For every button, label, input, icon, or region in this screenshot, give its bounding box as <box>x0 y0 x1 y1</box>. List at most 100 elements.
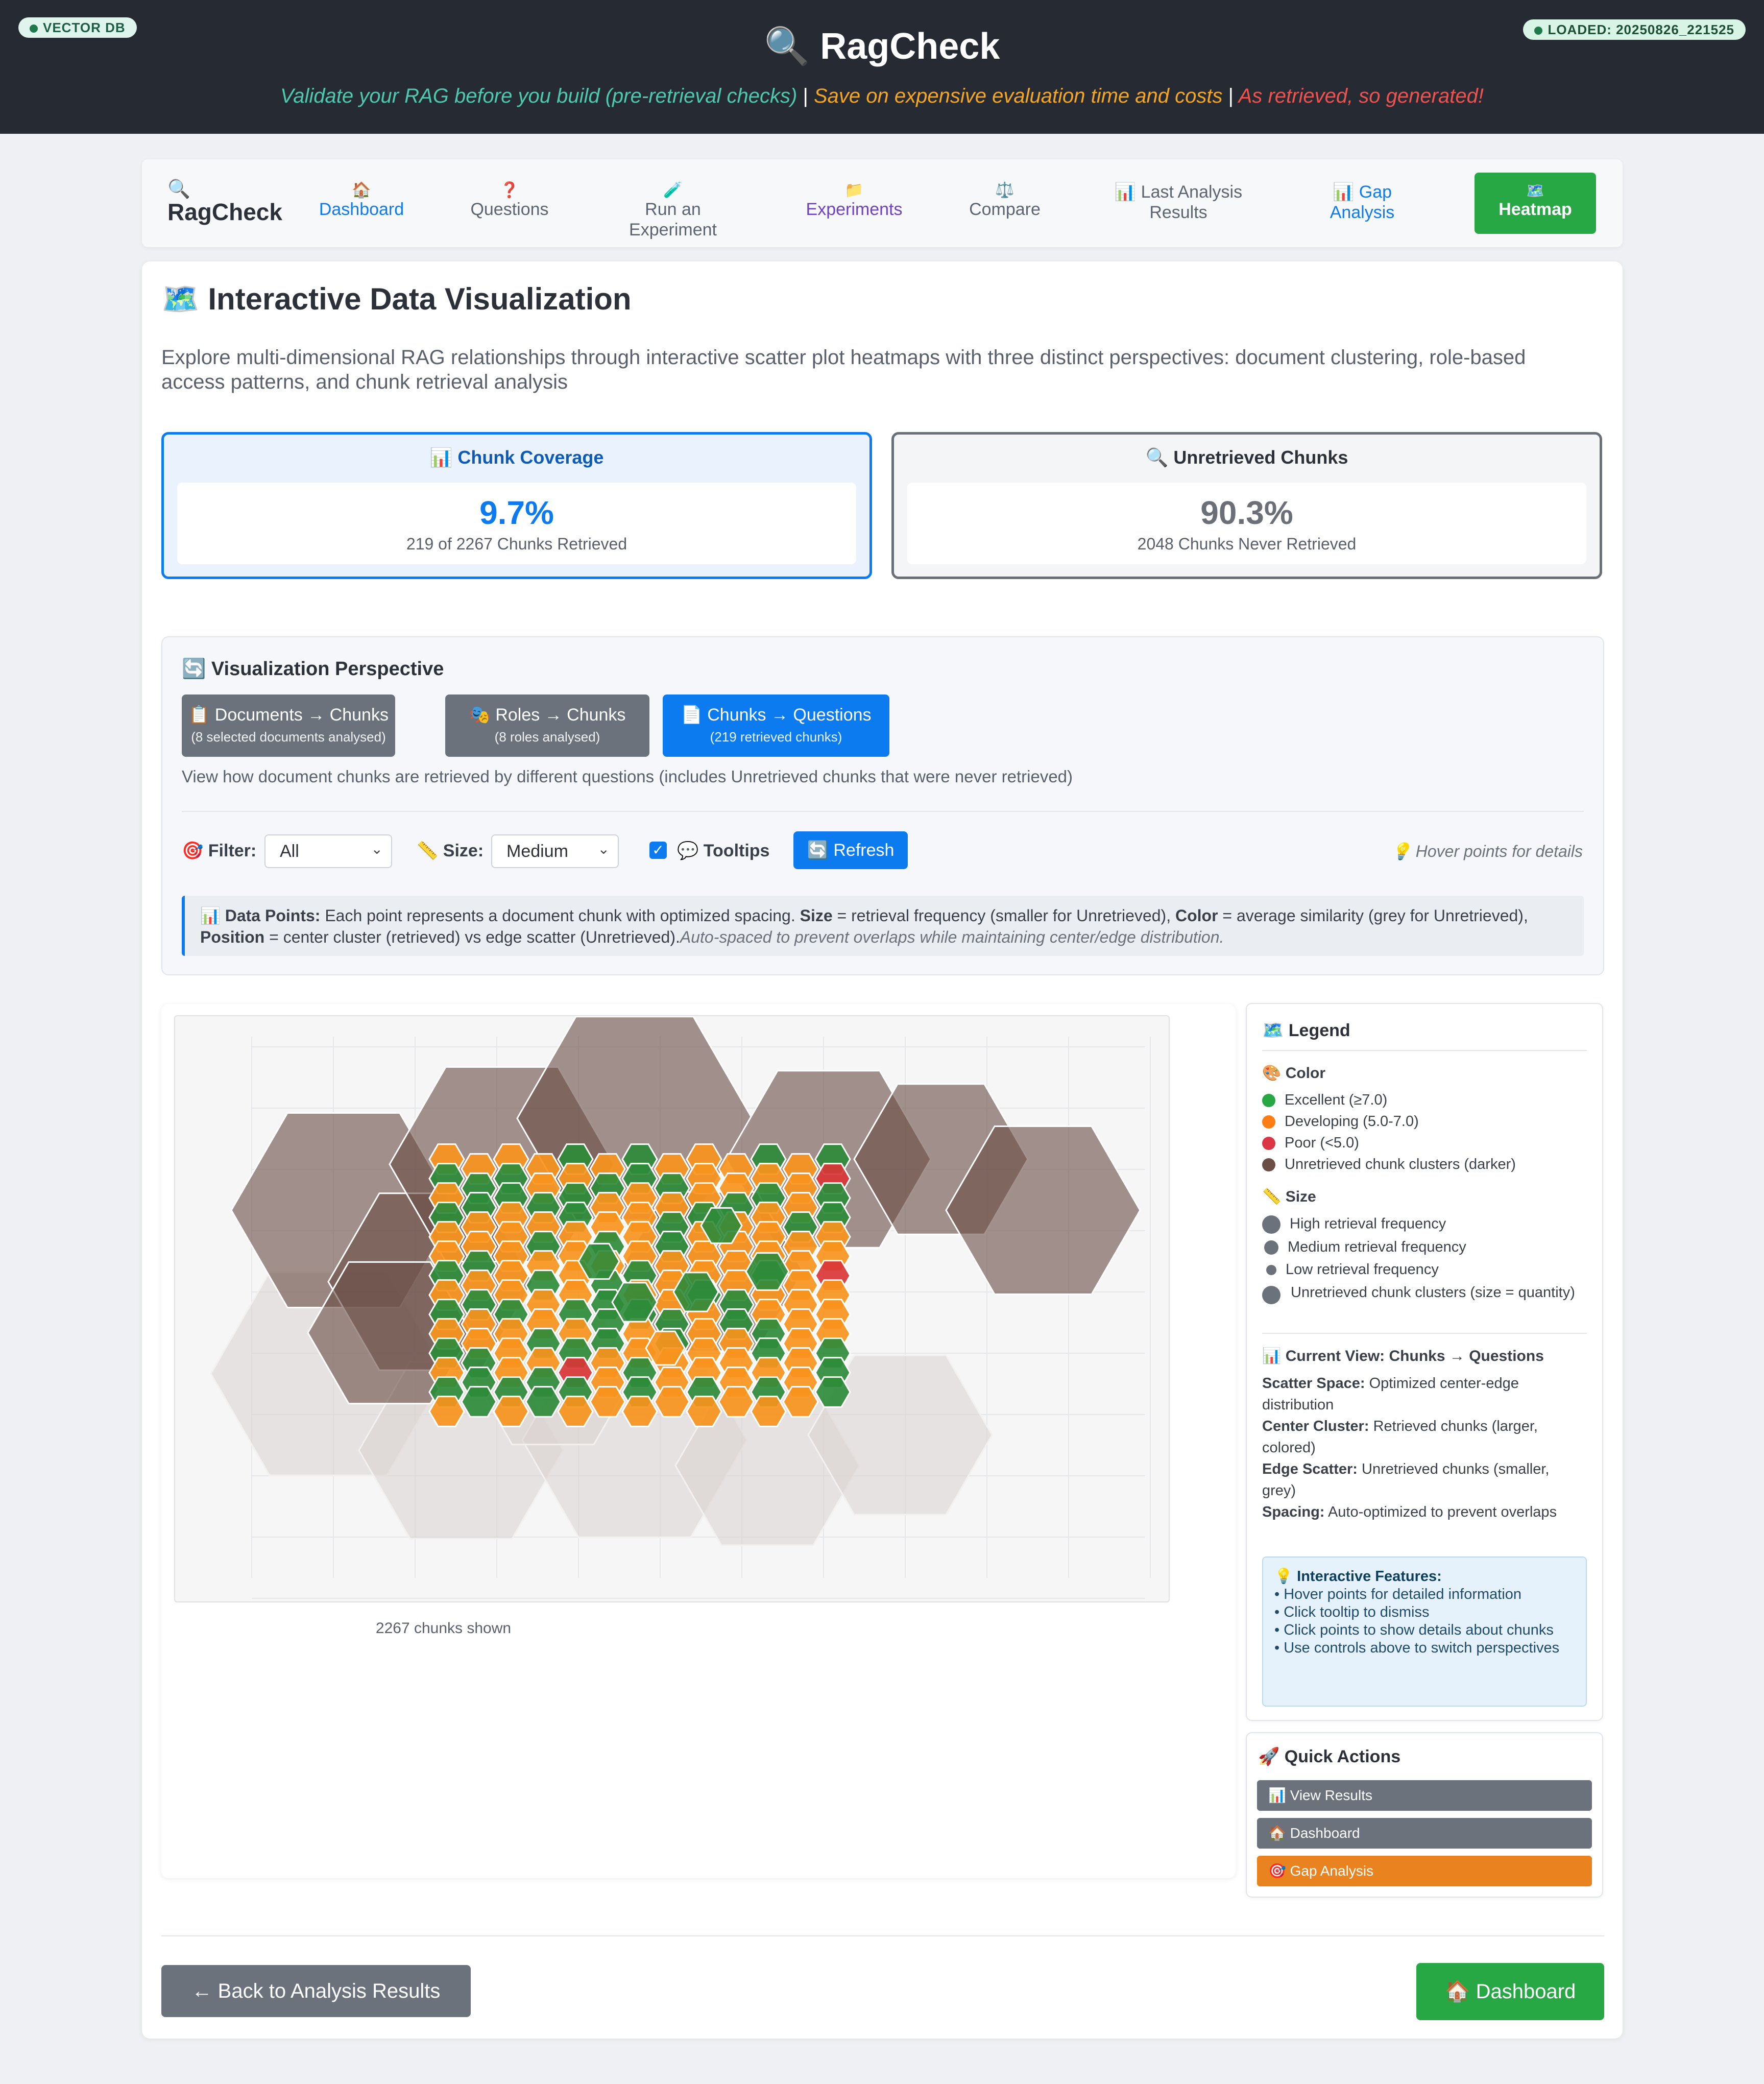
footer-dashboard-button[interactable]: 🏠 Dashboard <box>1416 1963 1604 2020</box>
chunk-point-marker[interactable] <box>589 1386 626 1418</box>
legend-title: 🗺️ Legend <box>1262 1021 1350 1040</box>
nav-item-label: Dashboard <box>319 200 404 219</box>
chunk-coverage-value: 9.7% <box>479 494 554 531</box>
data-points-info: 📊 Data Points: Each point represents a d… <box>182 896 1584 956</box>
nav-item-heatmap[interactable]: 🗺️ Heatmap <box>1475 173 1596 234</box>
nav-item-experiments[interactable]: 📁 Experiments <box>783 182 926 220</box>
plot-caption: 2267 chunks shown <box>375 1620 512 1637</box>
feature-item: • Use controls above to switch perspecti… <box>1274 1640 1560 1656</box>
chunk-point-marker[interactable] <box>686 1396 722 1427</box>
app-header: VECTOR DB LOADED: 20250826_221525 🔍 RagC… <box>0 0 1764 134</box>
size-select[interactable]: Medium ⌄ <box>491 834 619 868</box>
filter-value: All <box>280 842 299 861</box>
legend-size-item: Unretrieved chunk clusters (size = quant… <box>1262 1284 1579 1304</box>
unretrieved-value: 90.3% <box>1200 494 1293 531</box>
legend-color-label: Developing (5.0-7.0) <box>1285 1113 1419 1130</box>
page-title: 🗺️ Interactive Data Visualization <box>161 282 632 316</box>
legend-panel: 🗺️ Legend 🎨 Color Excellent (≥7.0) Devel… <box>1246 1003 1603 1721</box>
chunk-point-marker[interactable] <box>814 1376 851 1408</box>
chunk-coverage-sub: 219 of 2267 Chunks Retrieved <box>406 535 627 553</box>
chunk-point-marker[interactable] <box>750 1396 787 1427</box>
back-to-results-button[interactable]: ← Back to Analysis Results <box>161 1965 471 2017</box>
nav-item-questions[interactable]: ❓ Questions <box>448 182 571 220</box>
nav-item-run-experiment[interactable]: 🧪 Run an Experiment <box>601 182 744 240</box>
nav-item-label: Results <box>1149 203 1207 222</box>
unretrieved-sub: 2048 Chunks Never Retrieved <box>1137 535 1357 553</box>
nav-item-label: Questions <box>470 200 549 219</box>
tooltips-checkbox[interactable]: ✓ <box>649 842 667 859</box>
question-icon: ❓ <box>500 182 519 199</box>
chunk-point-marker[interactable] <box>461 1386 497 1418</box>
legend-size-item: High retrieval frequency <box>1262 1215 1446 1234</box>
perspective-documents-button[interactable]: 📋 Documents → Chunks (8 selected documen… <box>182 694 395 757</box>
perspective-chunks-button[interactable]: 📄 Chunks → Questions (219 retrieved chun… <box>663 694 889 757</box>
green-dot-icon <box>1262 1094 1275 1108</box>
chunk-coverage-title: 📊 Chunk Coverage <box>429 447 604 468</box>
nav-item-dashboard[interactable]: 🏠 Dashboard <box>300 182 423 220</box>
nav-brand-label: RagCheck <box>167 199 282 225</box>
app-title: 🔍 RagCheck <box>764 26 1000 67</box>
perspective-panel: 🔄 Visualization Perspective 📋 Documents … <box>161 636 1604 975</box>
tagline-part3: As retrieved, so generated! <box>1238 85 1484 107</box>
chunk-point-marker[interactable] <box>654 1386 690 1418</box>
legend-view-title: 📊 Current View: Chunks → Questions <box>1262 1348 1544 1364</box>
chunk-point-marker[interactable] <box>428 1396 465 1427</box>
small-dot-icon <box>1266 1265 1276 1276</box>
info-lead: 📊 Data Points: <box>200 906 321 925</box>
test-tube-icon: 🧪 <box>663 182 683 199</box>
feature-item: • Hover points for detailed information <box>1274 1586 1522 1602</box>
view-results-button[interactable]: 📊 View Results <box>1257 1780 1592 1811</box>
chunk-point-marker[interactable] <box>718 1386 755 1418</box>
chart-icon: 📊 <box>1114 182 1137 202</box>
nav-item-last-analysis[interactable]: 📊 Last Analysis Results <box>1102 182 1255 223</box>
scales-icon: ⚖️ <box>995 182 1014 199</box>
perspective-roles-button[interactable]: 🎭 Roles → Chunks (8 roles analysed) <box>445 694 649 757</box>
gap-analysis-button[interactable]: 🎯 Gap Analysis <box>1257 1856 1592 1886</box>
chevron-down-icon: ⌄ <box>597 841 610 857</box>
refresh-button[interactable]: 🔄 Refresh <box>793 831 908 869</box>
info-key: Color <box>1175 906 1218 925</box>
nav-item-label: Compare <box>969 200 1041 219</box>
nav-brand[interactable]: 🔍 RagCheck <box>167 179 282 225</box>
tagline: Validate your RAG before you build (pre-… <box>0 85 1764 108</box>
legend-view-item: Center Cluster: Retrieved chunks (larger… <box>1262 1416 1587 1458</box>
cluster-dot-icon <box>1262 1286 1280 1304</box>
chunk-point-marker[interactable] <box>782 1386 819 1418</box>
nav-item-gap-analysis[interactable]: 📊 Gap Analysis <box>1301 182 1423 223</box>
nav-item-label: Last Analysis <box>1141 182 1243 202</box>
tagline-separator: | <box>1228 85 1234 107</box>
legend-color-item: Excellent (≥7.0) <box>1262 1092 1387 1109</box>
unretrieved-card: 🔍 Unretrieved Chunks 90.3% 2048 Chunks N… <box>891 432 1602 579</box>
main-navbar: 🔍 RagCheck 🏠 Dashboard ❓ Questions 🧪 Run… <box>142 159 1623 247</box>
button-label: 📄 Chunks → Questions <box>681 705 872 725</box>
legend-view-item: Spacing: Auto-optimized to prevent overl… <box>1262 1501 1587 1523</box>
legend-size-label: Unretrieved chunk clusters (size = quant… <box>1291 1284 1575 1301</box>
large-dot-icon <box>1262 1215 1280 1234</box>
chunk-point-marker[interactable] <box>525 1386 562 1418</box>
filter-select[interactable]: All ⌄ <box>264 834 392 868</box>
divider <box>1262 1333 1587 1334</box>
view-key: Center Cluster: <box>1262 1418 1369 1434</box>
chunk-point-marker[interactable] <box>493 1396 529 1427</box>
info-text: = average similarity (grey for Unretriev… <box>1218 906 1528 925</box>
dashboard-button[interactable]: 🏠 Dashboard <box>1257 1818 1592 1849</box>
legend-view-item: Edge Scatter: Unretrieved chunks (smalle… <box>1262 1458 1587 1501</box>
size-label: 📏 Size: <box>417 841 484 860</box>
nav-item-label: Analysis <box>1330 203 1395 222</box>
nav-item-label: Gap <box>1359 182 1392 202</box>
heatmap-svg[interactable] <box>175 1016 1170 1602</box>
legend-color-title: 🎨 Color <box>1262 1065 1326 1082</box>
info-text: Each point represents a document chunk w… <box>320 906 800 925</box>
medium-dot-icon <box>1264 1240 1278 1255</box>
chart-icon: 📊 <box>1332 182 1355 202</box>
legend-size-item: Low retrieval frequency <box>1262 1261 1439 1278</box>
tagline-separator: | <box>803 85 808 107</box>
page-intro: Explore multi-dimensional RAG relationsh… <box>161 346 1526 393</box>
nav-item-compare[interactable]: ⚖️ Compare <box>944 182 1066 220</box>
chunk-point-marker[interactable] <box>621 1396 658 1427</box>
heatmap-plot[interactable] <box>174 1015 1170 1602</box>
chunk-point-marker[interactable] <box>557 1396 594 1427</box>
legend-view-item: Scatter Space: Optimized center-edge dis… <box>1262 1373 1587 1416</box>
divider <box>182 811 1584 812</box>
legend-size-label: High retrieval frequency <box>1290 1215 1446 1232</box>
